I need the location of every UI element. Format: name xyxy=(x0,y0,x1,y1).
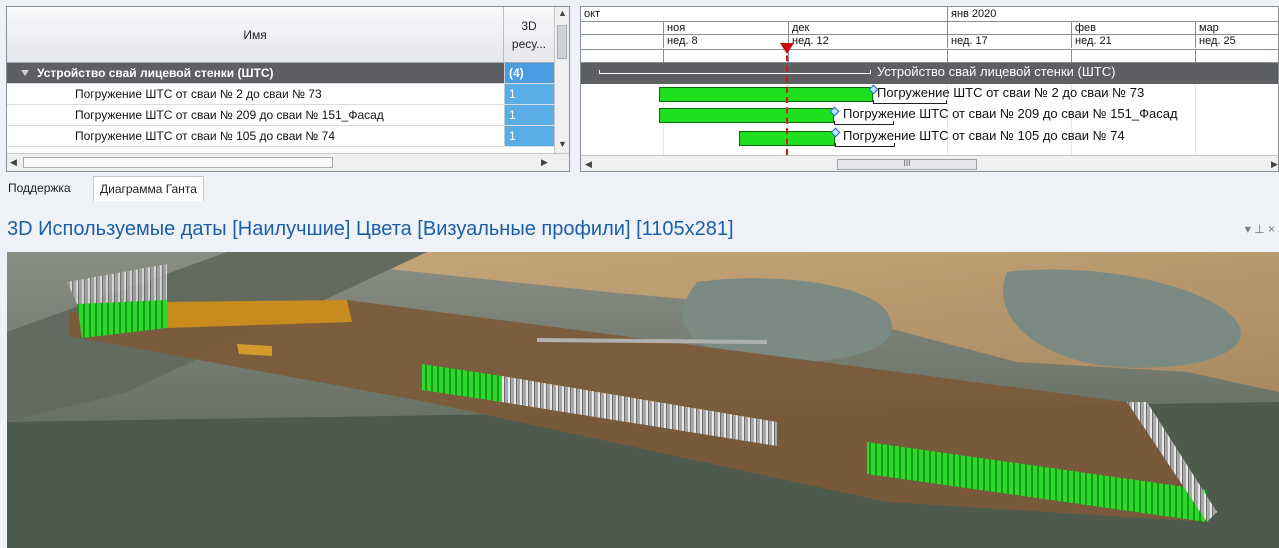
window-controls[interactable]: ▾ ⊥ × xyxy=(1245,222,1275,236)
grid-horizontal-scrollbar[interactable]: ◀ ▶ xyxy=(7,153,569,171)
task-row-summary[interactable]: Устройство свай лицевой стенки (ШТС) (4) xyxy=(7,63,554,84)
column-header-3d-resources[interactable]: 3D ресу... xyxy=(504,7,554,63)
gantt-bar-label: Погружение ШТС от сваи № 105 до сваи № 7… xyxy=(843,128,1125,143)
week-label: нед. 12 xyxy=(788,34,829,48)
task-name: Устройство свай лицевой стенки (ШТС) xyxy=(37,66,274,80)
month-label: дек xyxy=(788,21,809,35)
task-resource-count: 1 xyxy=(504,84,554,104)
scroll-right-arrow-icon[interactable]: ▶ xyxy=(541,157,548,168)
task-resource-count: 1 xyxy=(504,105,554,125)
scroll-left-arrow-icon[interactable]: ◀ xyxy=(585,159,592,170)
scroll-thumb[interactable] xyxy=(23,157,333,168)
scroll-right-arrow-icon[interactable]: ▶ xyxy=(1271,159,1278,170)
current-date-marker-icon[interactable] xyxy=(780,43,794,54)
gantt-bar-label: Погружение ШТС от сваи № 2 до сваи № 73 xyxy=(877,85,1145,100)
task-grid: Имя 3D ресу... Устройство свай лицевой с… xyxy=(6,6,570,172)
task-row[interactable]: Погружение ШТС от сваи № 2 до сваи № 73 … xyxy=(7,84,554,105)
week-label: нед. 25 xyxy=(1195,34,1236,48)
3d-viewport[interactable] xyxy=(7,252,1279,548)
scroll-thumb[interactable]: III xyxy=(837,159,977,170)
tab-gantt-chart[interactable]: Диаграмма Ганта xyxy=(93,176,204,201)
gantt-task-bar[interactable] xyxy=(659,108,834,123)
task-name: Погружение ШТС от сваи № 105 до сваи № 7… xyxy=(75,129,335,143)
grid-vertical-scrollbar[interactable]: ▲ ▼ xyxy=(554,7,569,153)
gantt-horizontal-scrollbar[interactable]: ◀ III ▶ xyxy=(581,155,1278,171)
timescale-header: окт янв 2020 ноя дек фев мар нед. 8 нед.… xyxy=(581,7,1278,63)
scroll-down-arrow-icon[interactable]: ▼ xyxy=(558,139,567,149)
gantt-bar-label: Погружение ШТС от сваи № 209 до сваи № 1… xyxy=(843,106,1178,121)
month-label: ноя xyxy=(663,21,685,35)
gantt-chart: окт янв 2020 ноя дек фев мар нед. 8 нед.… xyxy=(580,6,1279,172)
task-resource-count: 1 xyxy=(504,126,554,146)
task-row[interactable]: Погружение ШТС от сваи № 105 до сваи № 7… xyxy=(7,126,554,147)
gantt-bar-label: Устройство свай лицевой стенки (ШТС) xyxy=(877,64,1116,79)
3d-view-header: 3D Используемые даты [Наилучшие] Цвета [… xyxy=(0,208,1279,252)
month-label: мар xyxy=(1195,21,1219,35)
scroll-thumb[interactable] xyxy=(557,25,567,59)
task-name: Погружение ШТС от сваи № 209 до сваи № 1… xyxy=(75,108,384,122)
summary-bar[interactable] xyxy=(599,70,871,74)
week-label: нед. 8 xyxy=(663,34,698,48)
task-name: Погружение ШТС от сваи № 2 до сваи № 73 xyxy=(75,87,322,101)
bottom-tab-strip: Поддержка Диаграмма Ганта xyxy=(0,174,1279,202)
tab-support[interactable]: Поддержка xyxy=(2,176,77,201)
current-date-line xyxy=(786,45,788,155)
week-label: нед. 17 xyxy=(947,34,988,48)
month-label: окт xyxy=(584,8,601,20)
view-title: 3D Используемые даты [Наилучшие] Цвета [… xyxy=(7,218,734,240)
task-row[interactable]: Погружение ШТС от сваи № 209 до сваи № 1… xyxy=(7,105,554,126)
scroll-up-arrow-icon[interactable]: ▲ xyxy=(558,8,567,18)
task-resource-count: (4) xyxy=(504,63,554,83)
month-label: янв 2020 xyxy=(947,7,996,21)
column-header-name[interactable]: Имя xyxy=(7,7,504,63)
scroll-left-arrow-icon[interactable]: ◀ xyxy=(10,157,17,168)
month-label: фев xyxy=(1071,21,1096,35)
gantt-task-bar[interactable] xyxy=(659,87,873,102)
week-label: нед. 21 xyxy=(1071,34,1112,48)
